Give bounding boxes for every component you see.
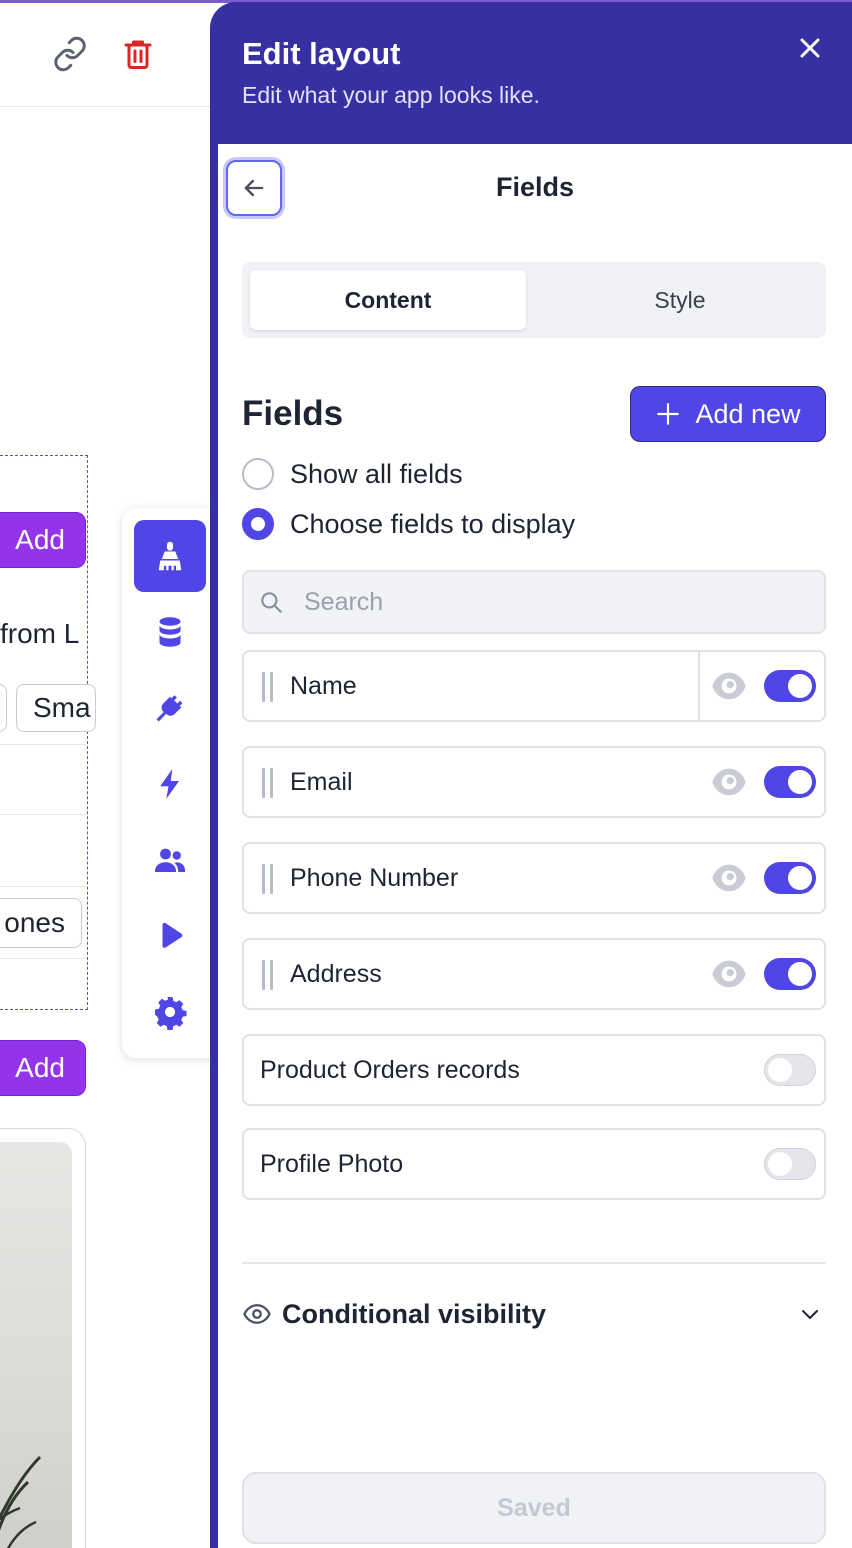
- database-icon: [159, 617, 181, 647]
- field-visibility-toggle[interactable]: [764, 1148, 816, 1180]
- toolbar-integrations-button[interactable]: [134, 672, 206, 744]
- drag-handle-icon[interactable]: [262, 960, 274, 990]
- link-icon[interactable]: [52, 36, 88, 72]
- field-label: Product Orders records: [260, 1055, 520, 1084]
- header-divider: [0, 106, 212, 107]
- toolbar-settings-button[interactable]: [134, 976, 206, 1048]
- play-icon: [162, 922, 183, 948]
- eye-icon[interactable]: [708, 666, 750, 706]
- toggle-knob: [788, 962, 812, 986]
- close-icon[interactable]: [794, 32, 826, 64]
- field-row-address[interactable]: Address: [242, 938, 826, 1010]
- eye-outline-icon: [243, 1304, 271, 1324]
- toolbar-data-button[interactable]: [134, 596, 206, 668]
- drag-handle-icon[interactable]: [262, 864, 274, 894]
- field-label: Address: [290, 959, 382, 988]
- drag-handle-icon[interactable]: [262, 672, 274, 702]
- conditional-visibility-header[interactable]: Conditional visibility: [242, 1296, 826, 1332]
- saved-button[interactable]: Saved: [242, 1472, 826, 1544]
- toolbar-users-button[interactable]: [134, 824, 206, 896]
- radio-choose-fields[interactable]: Choose fields to display: [242, 508, 575, 540]
- toolbar-actions-button[interactable]: [134, 748, 206, 820]
- chevron-down-icon[interactable]: [796, 1302, 824, 1326]
- panel-body: Fields Content Style Fields Add new Show…: [218, 144, 852, 1548]
- radio-show-all-fields[interactable]: Show all fields: [242, 458, 463, 490]
- background-divider: [0, 958, 86, 959]
- field-row-name[interactable]: Name: [242, 650, 826, 722]
- eye-icon[interactable]: [708, 954, 750, 994]
- radio-label: Choose fields to display: [290, 508, 576, 539]
- trash-icon[interactable]: [120, 36, 156, 72]
- fields-section-title: Fields: [242, 394, 344, 433]
- toggle-knob: [788, 866, 812, 890]
- toggle-knob: [768, 1057, 792, 1082]
- background-divider: [0, 814, 86, 815]
- plug-icon: [156, 695, 183, 722]
- gear-icon: [155, 997, 187, 1030]
- field-divider: [698, 652, 700, 720]
- panel-subtitle: Edit what your app looks like.: [242, 82, 540, 108]
- lightning-icon: [160, 769, 179, 799]
- radio-button[interactable]: [242, 508, 274, 540]
- search-placeholder: Search: [304, 587, 384, 616]
- add-new-label: Add new: [695, 398, 801, 429]
- field-visibility-toggle[interactable]: [764, 766, 816, 798]
- eye-icon[interactable]: [708, 858, 750, 898]
- field-visibility-toggle[interactable]: [764, 862, 816, 894]
- field-visibility-toggle[interactable]: [764, 670, 816, 702]
- search-icon: [261, 592, 282, 613]
- field-label: Phone Number: [290, 863, 459, 892]
- search-input[interactable]: Search: [242, 570, 826, 634]
- page-title: Fields: [495, 172, 575, 202]
- field-row-product-orders-records[interactable]: Product Orders records: [242, 1034, 826, 1106]
- toggle-knob: [768, 1151, 792, 1176]
- plant-leaves: [0, 1455, 42, 1548]
- background-add-button[interactable]: Add: [0, 1040, 86, 1096]
- background-add-button[interactable]: Add: [0, 512, 86, 568]
- field-visibility-toggle[interactable]: [764, 958, 816, 990]
- tab-content[interactable]: Content: [250, 270, 526, 330]
- content-style-tabs: Content Style: [242, 262, 826, 338]
- toolbar-layout-button[interactable]: [134, 520, 206, 592]
- field-row-profile-photo[interactable]: Profile Photo: [242, 1128, 826, 1200]
- radio-label: Show all fields: [290, 458, 463, 489]
- toggle-knob: [788, 770, 812, 794]
- tab-style[interactable]: Style: [542, 270, 818, 330]
- background-chip[interactable]: Sma: [16, 684, 96, 732]
- background-divider: [0, 886, 86, 887]
- toolbar-preview-button[interactable]: [134, 900, 206, 972]
- panel-title: Edit layout: [242, 36, 401, 71]
- conditional-visibility-label: Conditional visibility: [282, 1298, 547, 1329]
- field-label: Name: [290, 671, 357, 700]
- radio-button[interactable]: [242, 458, 274, 490]
- drag-handle-icon[interactable]: [262, 768, 274, 798]
- field-row-email[interactable]: Email: [242, 746, 826, 818]
- field-label: Profile Photo: [260, 1149, 404, 1178]
- editor-toolbar: [122, 508, 222, 1058]
- paint-brush-icon: [158, 541, 182, 571]
- background-chip[interactable]: ones: [0, 898, 82, 948]
- section-divider: [242, 1262, 826, 1264]
- add-new-button[interactable]: Add new: [630, 386, 826, 442]
- background-chip[interactable]: [0, 684, 7, 732]
- plus-icon: [657, 403, 680, 425]
- field-label: Email: [290, 767, 353, 796]
- background-divider: [0, 744, 86, 745]
- field-row-phone-number[interactable]: Phone Number: [242, 842, 826, 914]
- field-visibility-toggle[interactable]: [764, 1054, 816, 1086]
- users-icon: [155, 848, 185, 872]
- background-text-fragment: from L: [0, 618, 80, 649]
- plant-photo: [0, 1142, 72, 1548]
- eye-icon[interactable]: [708, 762, 750, 802]
- edit-layout-panel: Edit layout Edit what your app looks lik…: [210, 2, 852, 1548]
- toggle-knob: [788, 674, 812, 698]
